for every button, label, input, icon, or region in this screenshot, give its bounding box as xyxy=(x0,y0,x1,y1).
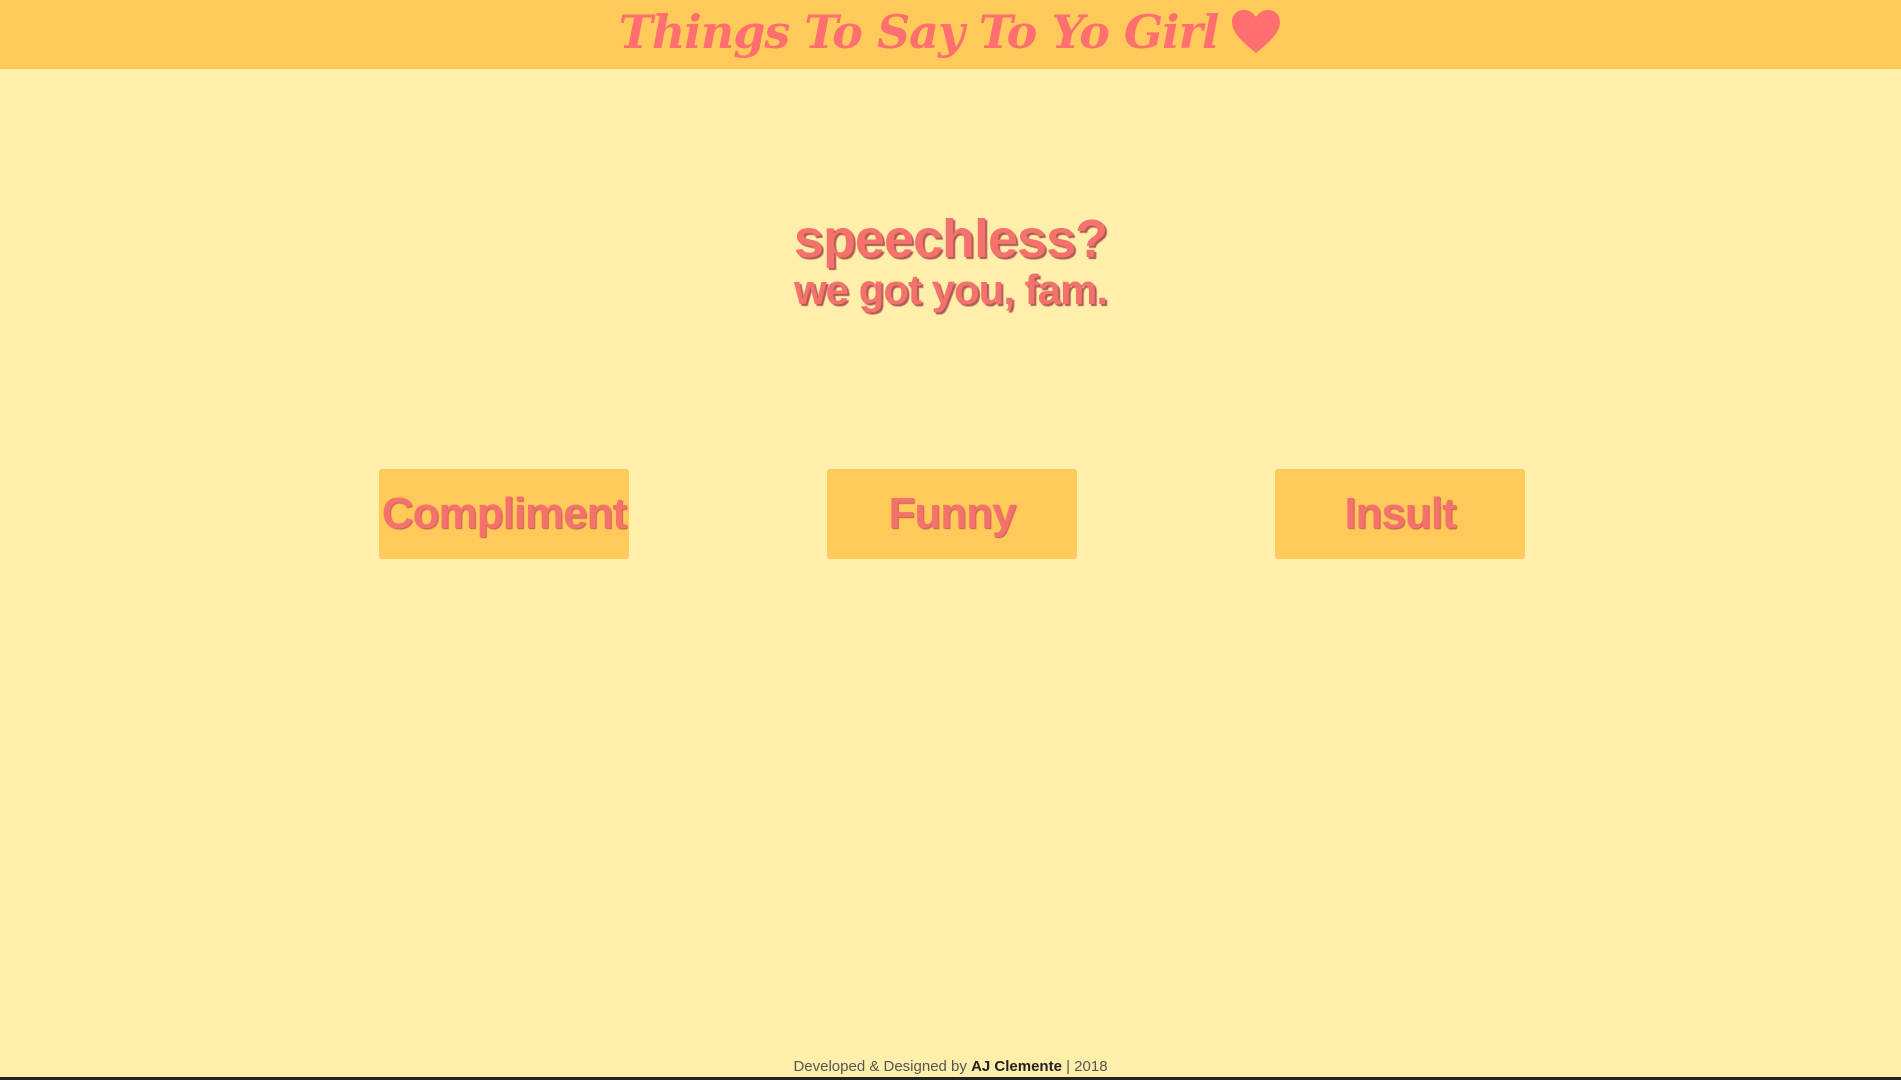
site-title[interactable]: Things To Say To Yo Girl xyxy=(619,5,1283,59)
heart-icon xyxy=(1230,9,1282,55)
funny-button[interactable]: Funny xyxy=(827,469,1077,559)
hero-headline: speechless? xyxy=(793,209,1108,269)
site-title-text: Things To Say To Yo Girl xyxy=(618,4,1220,59)
footer-credit: Developed & Designed by AJ Clemente | 20… xyxy=(0,1058,1901,1075)
insult-button[interactable]: Insult xyxy=(1275,469,1525,559)
hero-subheadline: we got you, fam. xyxy=(793,266,1108,313)
footer-year: | 2018 xyxy=(1061,1058,1108,1075)
footer-author: AJ Clemente xyxy=(971,1058,1062,1075)
compliment-button[interactable]: Compliment xyxy=(379,469,629,559)
site-header: Things To Say To Yo Girl xyxy=(0,0,1901,69)
footer-prefix: Developed & Designed by xyxy=(793,1058,972,1075)
